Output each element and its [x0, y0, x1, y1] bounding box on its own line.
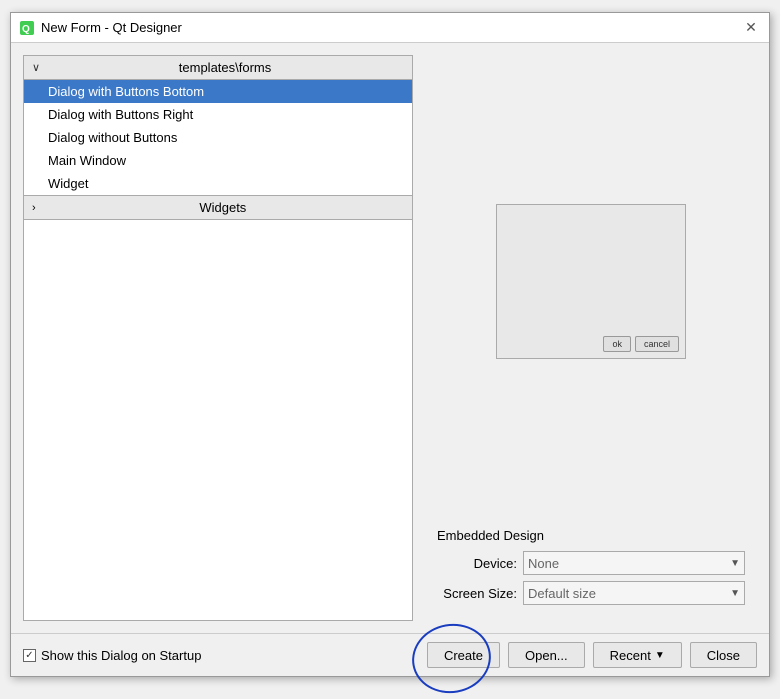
- create-button-wrapper: Create: [427, 642, 500, 668]
- tree-item-dialog-buttons-bottom[interactable]: Dialog with Buttons Bottom: [24, 80, 412, 103]
- widgets-section-header[interactable]: › Widgets: [24, 195, 412, 220]
- tree-expand-icon: ∨: [32, 61, 40, 74]
- widgets-section-label: Widgets: [42, 200, 404, 215]
- widgets-expand-icon: ›: [32, 202, 36, 214]
- device-label: Device:: [437, 556, 517, 571]
- app-icon: Q: [19, 20, 35, 36]
- create-button[interactable]: Create: [427, 642, 500, 668]
- tree-header: ∨ templates\forms: [24, 56, 412, 80]
- template-tree: ∨ templates\forms Dialog with Buttons Bo…: [23, 55, 413, 621]
- preview-buttons: ok cancel: [603, 336, 679, 352]
- embedded-design-section: Embedded Design Device: None ▼ Screen Si…: [425, 518, 757, 621]
- startup-checkbox-label: Show this Dialog on Startup: [41, 648, 201, 663]
- main-window: Q New Form - Qt Designer ✕ ∨ templates\f…: [10, 12, 770, 677]
- preview-area: ok cancel: [425, 55, 757, 508]
- screen-size-value: Default size: [528, 586, 596, 601]
- close-window-button[interactable]: ✕: [741, 18, 761, 38]
- bottom-bar: ✓ Show this Dialog on Startup Create Ope…: [11, 633, 769, 676]
- svg-text:Q: Q: [22, 24, 30, 35]
- screen-size-select[interactable]: Default size ▼: [523, 581, 745, 605]
- title-bar-left: Q New Form - Qt Designer: [19, 20, 182, 36]
- preview-ok-btn: ok: [603, 336, 631, 352]
- right-panel: ok cancel Embedded Design Device: None ▼…: [425, 55, 757, 621]
- checkbox-check-icon: ✓: [25, 650, 33, 661]
- main-content: ∨ templates\forms Dialog with Buttons Bo…: [11, 43, 769, 633]
- device-select[interactable]: None ▼: [523, 551, 745, 575]
- recent-label: Recent: [610, 648, 651, 663]
- tree-header-label: templates\forms: [46, 60, 404, 75]
- device-dropdown-icon: ▼: [730, 558, 740, 569]
- screen-size-label: Screen Size:: [437, 586, 517, 601]
- close-button[interactable]: Close: [690, 642, 757, 668]
- startup-checkbox[interactable]: ✓: [23, 649, 36, 662]
- screen-size-dropdown-icon: ▼: [730, 588, 740, 599]
- preview-cancel-btn: cancel: [635, 336, 679, 352]
- recent-dropdown-icon: ▼: [655, 650, 665, 661]
- device-value: None: [528, 556, 559, 571]
- tree-item-main-window[interactable]: Main Window: [24, 149, 412, 172]
- screen-size-row: Screen Size: Default size ▼: [437, 581, 745, 605]
- recent-button[interactable]: Recent ▼: [593, 642, 682, 668]
- embedded-design-title: Embedded Design: [437, 528, 745, 543]
- open-button[interactable]: Open...: [508, 642, 585, 668]
- tree-item-dialog-without-buttons[interactable]: Dialog without Buttons: [24, 126, 412, 149]
- startup-checkbox-area: ✓ Show this Dialog on Startup: [23, 648, 419, 663]
- tree-item-widget[interactable]: Widget: [24, 172, 412, 195]
- title-bar: Q New Form - Qt Designer ✕: [11, 13, 769, 43]
- preview-box: ok cancel: [496, 204, 686, 359]
- tree-item-dialog-buttons-right[interactable]: Dialog with Buttons Right: [24, 103, 412, 126]
- device-row: Device: None ▼: [437, 551, 745, 575]
- title-bar-title: New Form - Qt Designer: [41, 20, 182, 35]
